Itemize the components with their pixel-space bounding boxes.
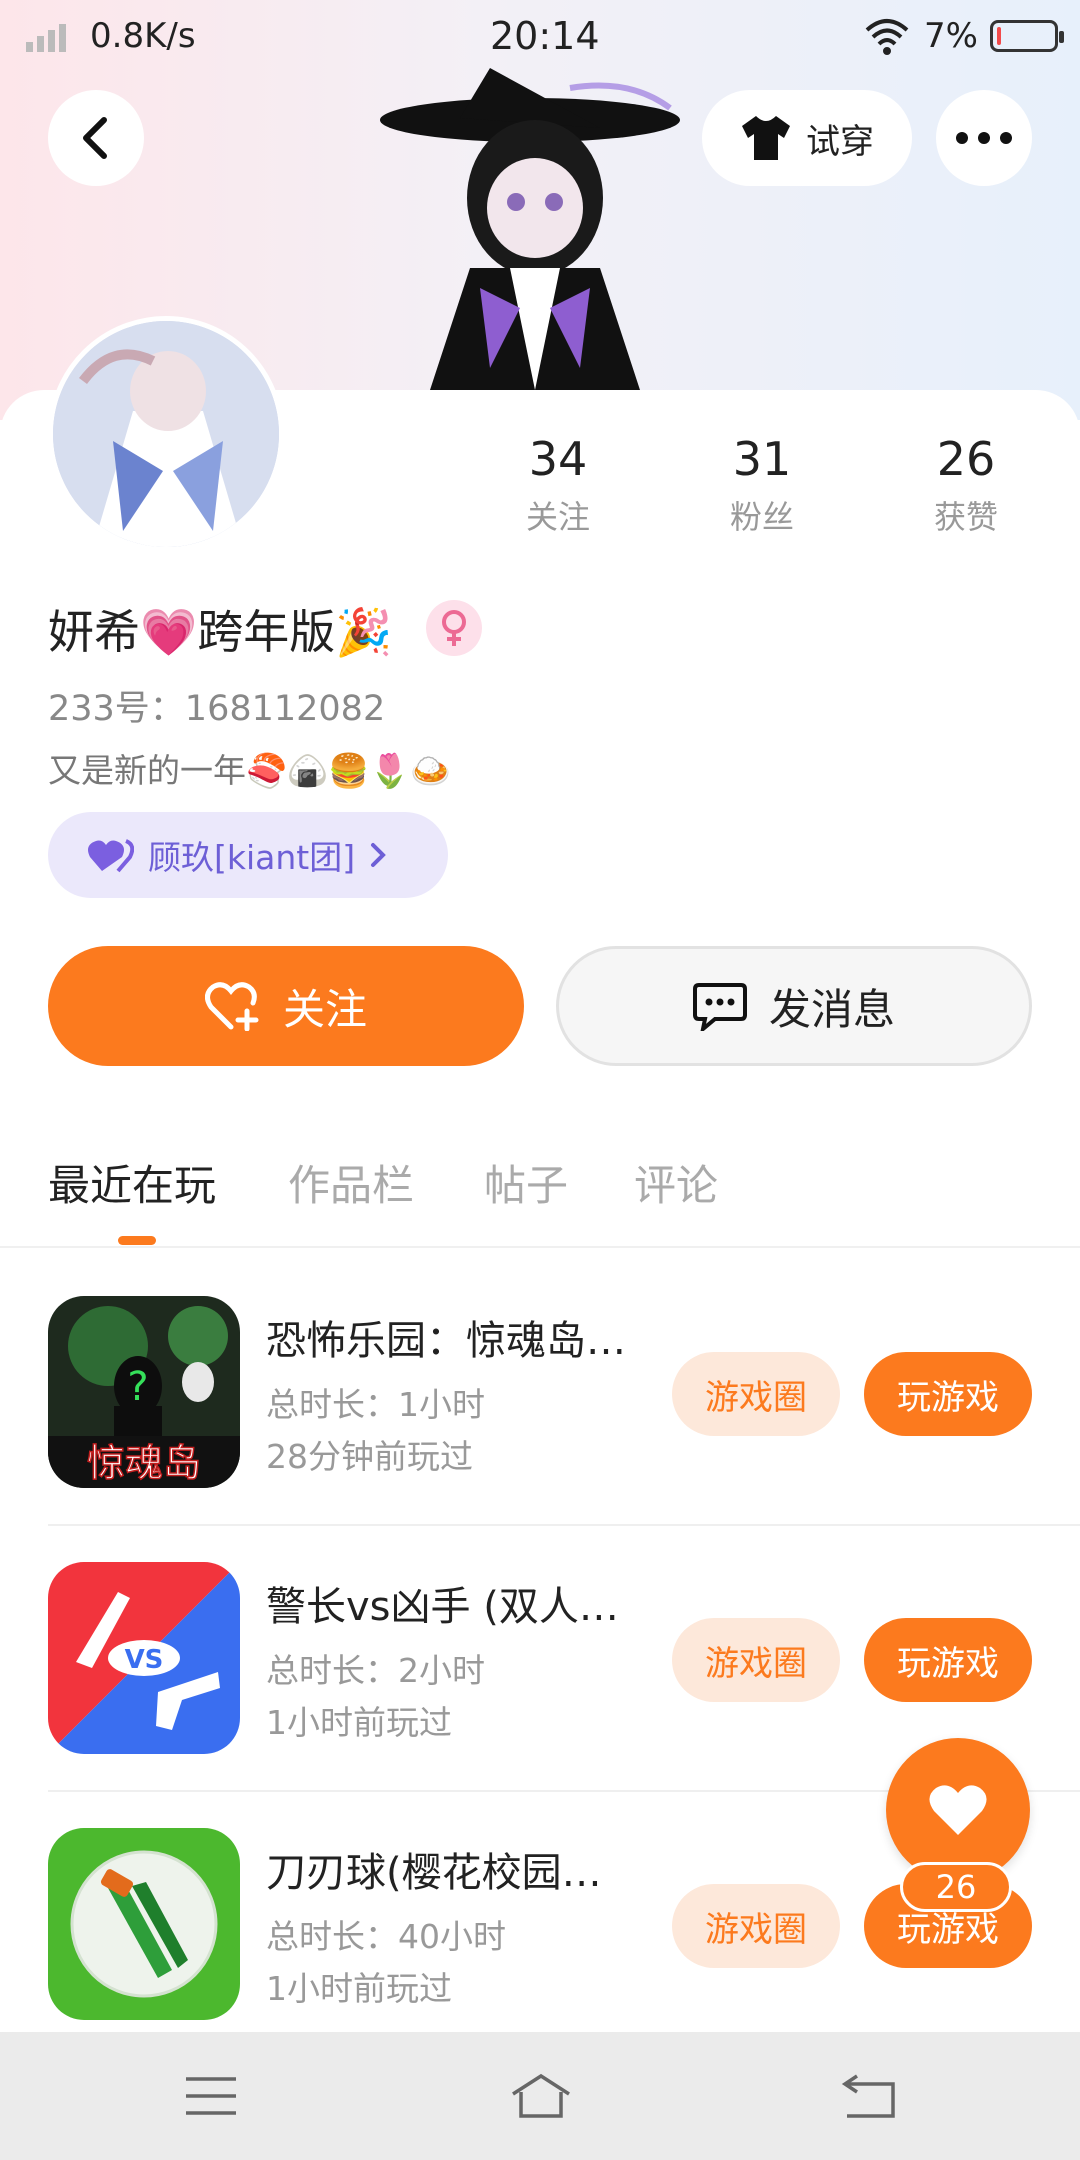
game-name: 刀刃球(樱花校园… (266, 1850, 602, 1896)
try-on-button[interactable]: 试穿 (702, 90, 912, 186)
chat-bubble-icon (692, 983, 747, 1031)
list-item[interactable]: ? 惊魂岛 恐怖乐园：惊魂岛… 总时长：1小时 28分钟前玩过 游戏圈 玩游戏 (48, 1296, 1032, 1496)
follow-button[interactable]: 关注 (48, 946, 524, 1066)
chevron-left-icon (83, 117, 107, 159)
tab-recently-played[interactable]: 最近在玩 (48, 1152, 216, 1213)
stat-followers[interactable]: 31 粉丝 (682, 432, 842, 538)
user-id: 233号：168112082 (48, 689, 386, 729)
game-circle-button[interactable]: 游戏圈 (672, 1352, 840, 1436)
signal-icon (26, 24, 66, 52)
game-duration: 总时长：1小时 (266, 1385, 485, 1424)
heart-icon (929, 1785, 987, 1835)
game-last-played: 1小时前玩过 (266, 1703, 452, 1742)
floating-like-button[interactable] (886, 1738, 1030, 1882)
avatar[interactable] (48, 316, 284, 552)
follow-label: 关注 (282, 984, 367, 1034)
back-button[interactable] (48, 90, 144, 186)
female-gender-icon (426, 600, 482, 656)
game-icon: ? 惊魂岛 (48, 1296, 240, 1488)
return-icon (841, 2074, 895, 2118)
game-icon-text: VS (125, 1645, 164, 1675)
tab-posts[interactable]: 帖子 (484, 1152, 568, 1213)
tab-works[interactable]: 作品栏 (288, 1152, 414, 1213)
game-icon (48, 1828, 240, 2020)
wifi-icon (865, 19, 909, 55)
more-dots-icon (956, 132, 1012, 144)
menu-icon (186, 2077, 236, 2115)
chevron-right-icon (371, 843, 386, 867)
clock: 20:14 (490, 14, 600, 58)
username: 妍希💗跨年版🎉 (48, 605, 393, 659)
more-options-button[interactable] (936, 90, 1032, 186)
stat-value: 31 (732, 432, 792, 486)
game-icon-text: 惊魂岛 (87, 1441, 201, 1485)
back-nav-button[interactable] (824, 2066, 914, 2126)
system-navigation-bar (0, 2032, 1080, 2160)
try-on-label: 试穿 (806, 121, 874, 162)
home-icon (512, 2073, 570, 2118)
svg-text:?: ? (127, 1364, 148, 1410)
stat-label: 粉丝 (729, 498, 794, 536)
game-duration: 总时长：2小时 (266, 1651, 485, 1690)
tab-divider (0, 1246, 1080, 1248)
stat-likes[interactable]: 26 获赞 (886, 432, 1046, 538)
status-bar: 0.8K/s 20:14 7% (0, 0, 1080, 72)
game-duration: 总时长：40小时 (266, 1917, 506, 1956)
play-game-button[interactable]: 玩游戏 (864, 1618, 1032, 1702)
home-button[interactable] (496, 2066, 586, 2126)
game-name: 警长vs凶手 (双人… (266, 1584, 619, 1630)
network-speed: 0.8K/s (90, 16, 196, 56)
game-circle-button[interactable]: 游戏圈 (672, 1618, 840, 1702)
tab-comments[interactable]: 评论 (634, 1152, 718, 1213)
stat-label: 关注 (525, 498, 590, 536)
active-tab-indicator (118, 1236, 156, 1245)
battery-percent: 7% (924, 16, 978, 56)
like-count-badge: 26 (900, 1862, 1012, 1912)
group-name: 顾玖[kiant团] (148, 838, 356, 877)
list-item[interactable]: 刀刃球(樱花校园… 总时长：40小时 1小时前玩过 游戏圈 玩游戏 (48, 1828, 1032, 2028)
game-last-played: 1小时前玩过 (266, 1969, 452, 2008)
group-heart-icon (88, 839, 134, 873)
heart-plus-icon (204, 982, 259, 1031)
tshirt-icon (742, 116, 790, 160)
avatar-character-image (380, 68, 680, 390)
list-divider (48, 1524, 1080, 1526)
send-message-button[interactable]: 发消息 (556, 946, 1032, 1066)
play-game-button[interactable]: 玩游戏 (864, 1352, 1032, 1436)
game-icon: VS (48, 1562, 240, 1754)
battery-level (997, 27, 1001, 45)
stat-label: 获赞 (933, 498, 998, 536)
message-label: 发消息 (768, 984, 895, 1034)
game-circle-button[interactable]: 游戏圈 (672, 1884, 840, 1968)
game-name: 恐怖乐园：惊魂岛… (266, 1318, 626, 1364)
avatar-image (53, 321, 279, 547)
stat-value: 34 (528, 432, 588, 486)
stat-following[interactable]: 34 关注 (478, 432, 638, 538)
menu-button[interactable] (166, 2066, 256, 2126)
user-bio: 又是新的一年🍣🍙🍔🌷🍛 (48, 751, 452, 790)
list-item[interactable]: VS 警长vs凶手 (双人… 总时长：2小时 1小时前玩过 游戏圈 玩游戏 (48, 1562, 1032, 1762)
group-badge[interactable]: 顾玖[kiant团] (48, 812, 448, 898)
stat-value: 26 (936, 432, 996, 486)
battery-icon (990, 20, 1064, 52)
game-last-played: 28分钟前玩过 (266, 1437, 473, 1476)
